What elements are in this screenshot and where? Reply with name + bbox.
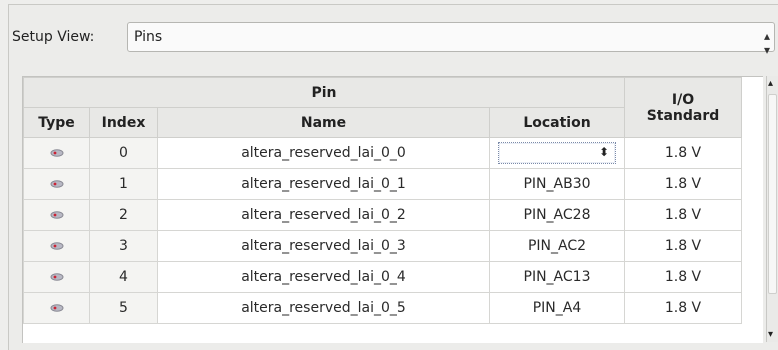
pin-table-container: Pin I/O Standard Type Index Name Locatio… bbox=[22, 76, 763, 343]
table-row[interactable]: 0 altera_reserved_lai_0_0 ⬍ 1.8 V bbox=[23, 137, 742, 169]
type-cell bbox=[23, 137, 90, 169]
name-cell: altera_reserved_lai_0_0 bbox=[157, 137, 490, 169]
name-cell: altera_reserved_lai_0_1 bbox=[157, 168, 490, 200]
index-cell: 5 bbox=[89, 292, 158, 324]
location-cell[interactable]: PIN_AC2 bbox=[489, 230, 625, 262]
type-cell bbox=[23, 199, 90, 231]
index-cell: 3 bbox=[89, 230, 158, 262]
vertical-scrollbar[interactable]: ▴ ▾ bbox=[766, 76, 778, 342]
pin-group-header: Pin bbox=[23, 77, 625, 108]
name-cell: altera_reserved_lai_0_4 bbox=[157, 261, 490, 293]
location-combo[interactable]: ⬍ bbox=[498, 142, 616, 164]
table-row[interactable]: 4 altera_reserved_lai_0_4 PIN_AC13 1.8 V bbox=[23, 261, 742, 293]
io-standard-cell[interactable]: 1.8 V bbox=[624, 261, 742, 293]
name-column-header[interactable]: Name bbox=[157, 107, 490, 138]
io-standard-cell[interactable]: 1.8 V bbox=[624, 137, 742, 169]
table-row[interactable]: 1 altera_reserved_lai_0_1 PIN_AB30 1.8 V bbox=[23, 168, 742, 200]
location-cell[interactable]: PIN_AC28 bbox=[489, 199, 625, 231]
io-standard-header[interactable]: I/O Standard bbox=[624, 77, 742, 138]
index-cell: 4 bbox=[89, 261, 158, 293]
index-cell: 0 bbox=[89, 137, 158, 169]
type-cell bbox=[23, 261, 90, 293]
scrollbar-thumb[interactable] bbox=[768, 94, 777, 294]
io-standard-cell[interactable]: 1.8 V bbox=[624, 168, 742, 200]
updown-arrow-icon: ⬍ bbox=[598, 145, 609, 159]
pin-type-icon bbox=[50, 211, 63, 219]
location-cell[interactable]: PIN_A4 bbox=[489, 292, 625, 324]
index-cell: 2 bbox=[89, 199, 158, 231]
name-cell: altera_reserved_lai_0_5 bbox=[157, 292, 490, 324]
name-cell: altera_reserved_lai_0_3 bbox=[157, 230, 490, 262]
table-row[interactable]: 5 altera_reserved_lai_0_5 PIN_A4 1.8 V bbox=[23, 292, 742, 324]
pin-type-icon bbox=[50, 180, 63, 188]
setup-view-label: Setup View: bbox=[12, 29, 95, 45]
type-column-header[interactable]: Type bbox=[23, 107, 90, 138]
pin-type-icon bbox=[50, 242, 63, 250]
type-cell bbox=[23, 292, 90, 324]
location-cell[interactable]: PIN_AC13 bbox=[489, 261, 625, 293]
io-standard-cell[interactable]: 1.8 V bbox=[624, 199, 742, 231]
index-cell: 1 bbox=[89, 168, 158, 200]
name-cell: altera_reserved_lai_0_2 bbox=[157, 199, 490, 231]
pin-type-icon bbox=[50, 304, 63, 312]
setup-view-value: Pins bbox=[134, 29, 163, 45]
scroll-down-icon[interactable]: ▾ bbox=[768, 329, 773, 340]
pin-type-icon bbox=[50, 149, 63, 157]
index-column-header[interactable]: Index bbox=[89, 107, 158, 138]
location-cell[interactable]: ⬍ bbox=[489, 137, 625, 169]
type-cell bbox=[23, 168, 90, 200]
scroll-up-icon[interactable]: ▴ bbox=[768, 78, 773, 89]
table-row[interactable]: 3 altera_reserved_lai_0_3 PIN_AC2 1.8 V bbox=[23, 230, 742, 262]
location-column-header[interactable]: Location bbox=[489, 107, 625, 138]
updown-arrow-icon: ▴ ▾ bbox=[763, 29, 770, 57]
location-cell[interactable]: PIN_AB30 bbox=[489, 168, 625, 200]
type-cell bbox=[23, 230, 90, 262]
io-standard-cell[interactable]: 1.8 V bbox=[624, 292, 742, 324]
pin-table: Pin I/O Standard Type Index Name Locatio… bbox=[23, 77, 742, 324]
io-standard-cell[interactable]: 1.8 V bbox=[624, 230, 742, 262]
table-row[interactable]: 2 altera_reserved_lai_0_2 PIN_AC28 1.8 V bbox=[23, 199, 742, 231]
setup-view-select[interactable]: Pins ▴ ▾ bbox=[127, 22, 775, 57]
pin-type-icon bbox=[50, 273, 63, 281]
